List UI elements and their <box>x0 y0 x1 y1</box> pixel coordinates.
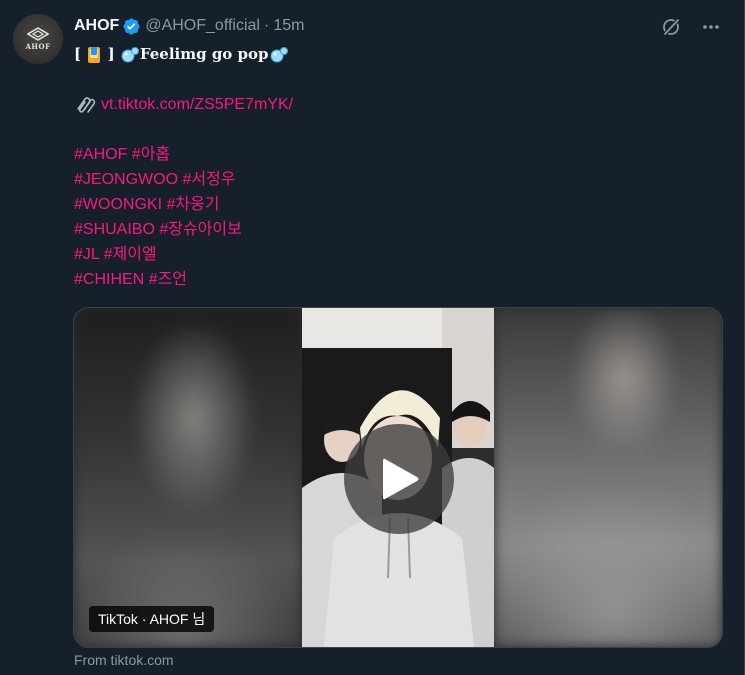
tweet-text: [ ] Feelimg go pop vt.tiktok.com/ZS5PE7m… <box>74 42 714 292</box>
display-name[interactable]: AHOF <box>74 17 119 35</box>
separator-dot: · <box>263 17 270 34</box>
card-source[interactable]: From tiktok.com <box>74 652 174 668</box>
video-blur-left <box>74 308 302 647</box>
paperclip-icon <box>77 96 96 113</box>
grok-button[interactable] <box>660 16 682 38</box>
play-button[interactable] <box>344 424 454 534</box>
hashtag-line[interactable]: #WOONGKI #차웅기 <box>74 196 220 213</box>
more-button[interactable] <box>700 16 722 38</box>
avatar[interactable]: AHOF <box>13 14 63 64</box>
title-open-bracket: [ <box>74 45 82 63</box>
timestamp[interactable]: 15m <box>273 17 304 35</box>
more-icon <box>703 25 719 29</box>
grok-icon <box>663 18 680 36</box>
phone-emoji-icon <box>88 47 101 63</box>
hashtag-line[interactable]: #SHUAIBO #장슈아이보 <box>74 221 242 238</box>
title-text: Feelimg go pop <box>139 45 269 63</box>
header-actions <box>660 16 722 38</box>
title-line: [ ] Feelimg go pop <box>74 42 714 67</box>
link-line: vt.tiktok.com/ZS5PE7mYK/ <box>74 92 714 117</box>
hashtag-line[interactable]: #JL #제이엘 <box>74 246 157 263</box>
bubbles-emoji-icon <box>121 47 139 63</box>
ahof-logo-icon <box>27 27 49 41</box>
hashtag-line[interactable]: #AHOF #아홉 <box>74 146 170 163</box>
play-icon <box>383 458 419 500</box>
verified-badge-icon[interactable] <box>122 17 141 36</box>
tweet-header: AHOF @AHOF_official · 15m <box>74 16 304 36</box>
hashtag-line[interactable]: #JEONGWOO #서정우 <box>74 171 236 188</box>
avatar-logo-text: AHOF <box>25 42 51 51</box>
tiktok-link[interactable]: vt.tiktok.com/ZS5PE7mYK/ <box>101 96 293 113</box>
tweet[interactable]: AHOF AHOF @AHOF_official · 15m [] Feeli… <box>0 0 745 675</box>
handle[interactable]: @AHOF_official <box>145 17 260 35</box>
hashtag-line[interactable]: #CHIHEN #즈언 <box>74 271 187 288</box>
video-card[interactable]: TikTok · AHOF 님 <box>73 307 723 648</box>
bubbles-emoji-icon <box>270 47 288 63</box>
title-close-bracket: ] <box>107 45 115 63</box>
video-blur-right <box>494 308 722 647</box>
media-label: TikTok · AHOF 님 <box>89 606 215 632</box>
